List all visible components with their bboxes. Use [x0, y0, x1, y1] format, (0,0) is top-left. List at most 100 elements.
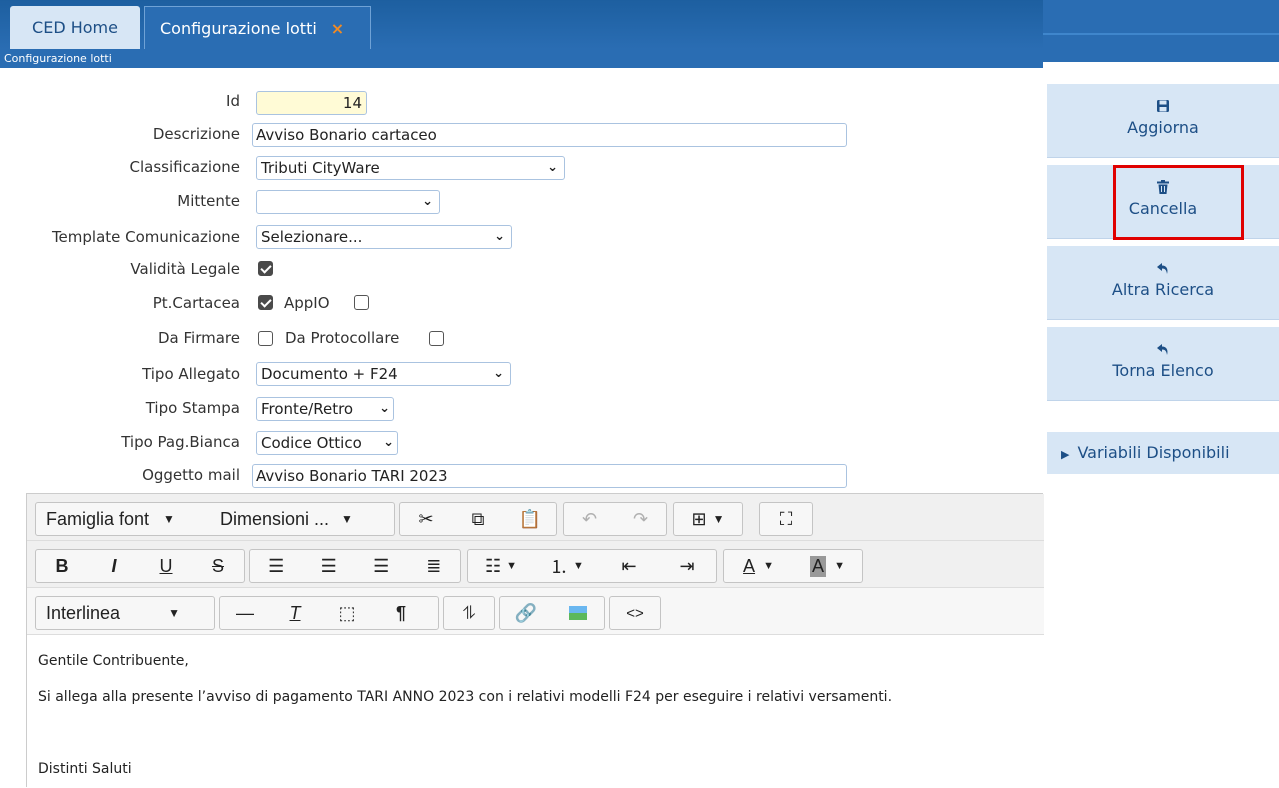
- label-tipostampa: Tipo Stampa: [145, 399, 240, 417]
- font-family-select[interactable]: Famiglia font ▼: [36, 503, 210, 535]
- caret-down-icon: ▼: [163, 512, 175, 526]
- bullet-list-icon[interactable]: ☷ ▼: [468, 550, 534, 582]
- label-mittente: Mittente: [177, 192, 240, 210]
- caret-right-icon: ▶: [1061, 448, 1070, 461]
- id-field[interactable]: 14: [256, 91, 367, 115]
- bold-icon[interactable]: B: [36, 550, 88, 582]
- chevron-down-icon: ⌄: [547, 160, 558, 175]
- caret-down-icon: ▼: [168, 606, 180, 620]
- strikethrough-icon[interactable]: S: [192, 550, 244, 582]
- show-blocks-icon[interactable]: ⬚: [320, 597, 374, 629]
- label-descrizione: Descrizione: [152, 125, 240, 143]
- align-center-icon[interactable]: ☰: [303, 550, 356, 582]
- paragraph-icon[interactable]: ¶: [374, 597, 428, 629]
- close-tab-icon[interactable]: ×: [331, 19, 344, 38]
- tipostampa-select[interactable]: Fronte/Retro ⌄: [256, 397, 394, 421]
- chevron-down-icon: ⌄: [494, 229, 505, 244]
- italic-icon[interactable]: I: [88, 550, 140, 582]
- chevron-down-icon: ⌄: [379, 401, 390, 416]
- underline-icon[interactable]: U: [140, 550, 192, 582]
- insert-group: — T ⬚ ¶: [219, 596, 439, 630]
- tipopag-select[interactable]: Codice Ottico ⌄: [256, 431, 398, 455]
- label-classificazione: Classificazione: [129, 158, 240, 176]
- clipboard-group: ✂ ⧉ 📋: [399, 502, 557, 536]
- link-icon[interactable]: 🔗: [500, 597, 552, 629]
- history-group: ↶ ↷: [563, 502, 667, 536]
- source-group: <>: [609, 596, 661, 630]
- editor-content[interactable]: Gentile Contribuente, Si allega alla pre…: [27, 635, 1044, 788]
- label-dafirmare: Da Firmare: [158, 329, 240, 347]
- align-justify-icon[interactable]: ≣: [408, 550, 461, 582]
- back-icon: [1047, 260, 1279, 280]
- source-code-icon[interactable]: <>: [610, 597, 660, 629]
- paste-icon[interactable]: 📋: [504, 503, 556, 535]
- highlight-box: [1113, 165, 1244, 240]
- numbered-list-icon[interactable]: ⒈ ▼: [534, 550, 600, 582]
- background-color-icon[interactable]: A ▼: [793, 550, 862, 582]
- color-group: A ▼ A ▼: [723, 549, 863, 583]
- page-break-icon[interactable]: ⥮: [444, 597, 494, 629]
- content-line: Distinti Saluti: [38, 761, 132, 777]
- daprotocollare-label: Da Protocollare: [285, 329, 400, 347]
- toolbar-row-2: B I U S ☰ ☰ ☰ ≣ ☷ ▼ ⒈ ▼ ⇤ ⇥ A ▼ A ▼: [27, 541, 1044, 588]
- variabili-disponibili-toggle[interactable]: ▶ Variabili Disponibili: [1047, 432, 1279, 474]
- chevron-down-icon: ⌄: [422, 194, 433, 209]
- template-select[interactable]: Selezionare... ⌄: [256, 225, 512, 249]
- image-icon[interactable]: [552, 597, 604, 629]
- chevron-down-icon: ⌄: [493, 366, 504, 381]
- label-tipoallegato: Tipo Allegato: [142, 365, 240, 383]
- toolbar-row-1: Famiglia font ▼ Dimensioni ... ▼ ✂ ⧉ 📋 ↶ ↷…: [27, 494, 1044, 541]
- torna-elenco-button[interactable]: Torna Elenco: [1047, 327, 1279, 401]
- undo-icon[interactable]: ↶: [564, 503, 615, 535]
- format-group: B I U S: [35, 549, 245, 583]
- clear-format-icon[interactable]: T: [270, 597, 320, 629]
- appio-checkbox[interactable]: [354, 295, 369, 310]
- text-color-icon[interactable]: A ▼: [724, 550, 793, 582]
- ptcartacea-checkbox[interactable]: [258, 295, 273, 310]
- validita-checkbox[interactable]: [258, 261, 273, 276]
- line-height-group: Interlinea ▼: [35, 596, 215, 630]
- list-group: ☷ ▼ ⒈ ▼ ⇤ ⇥: [467, 549, 717, 583]
- content-line: Gentile Contribuente,: [38, 653, 189, 669]
- rich-text-editor: Famiglia font ▼ Dimensioni ... ▼ ✂ ⧉ 📋 ↶ ↷…: [26, 493, 1044, 788]
- mittente-select[interactable]: ⌄: [256, 190, 440, 214]
- font-group: Famiglia font ▼ Dimensioni ... ▼: [35, 502, 395, 536]
- content-line: Si allega alla presente l’avviso di paga…: [38, 689, 893, 705]
- classificazione-select[interactable]: Tributi CityWare ⌄: [256, 156, 565, 180]
- page-break-group: ⥮: [443, 596, 495, 630]
- media-group: 🔗: [499, 596, 605, 630]
- label-ptcartacea: Pt.Cartacea: [152, 294, 240, 312]
- tipoallegato-select[interactable]: Documento + F24 ⌄: [256, 362, 511, 386]
- aggiorna-button[interactable]: Aggiorna: [1047, 84, 1279, 158]
- copy-icon[interactable]: ⧉: [452, 503, 504, 535]
- chevron-down-icon: ⌄: [383, 435, 394, 450]
- redo-icon[interactable]: ↷: [615, 503, 666, 535]
- table-icon[interactable]: ⊞ ▼: [674, 503, 742, 535]
- dafirmare-checkbox[interactable]: [258, 331, 273, 346]
- align-right-icon[interactable]: ☰: [355, 550, 408, 582]
- label-tipopag: Tipo Pag.Bianca: [121, 433, 240, 451]
- fullscreen-icon[interactable]: ⛶: [760, 503, 812, 535]
- back-icon: [1047, 341, 1279, 361]
- indent-icon[interactable]: ⇥: [658, 550, 716, 582]
- header-right: [1043, 0, 1279, 62]
- save-icon: [1047, 98, 1279, 118]
- oggetto-field[interactable]: Avviso Bonario TARI 2023: [252, 464, 847, 488]
- altra-ricerca-button[interactable]: Altra Ricerca: [1047, 246, 1279, 320]
- label-validita: Validità Legale: [130, 260, 240, 278]
- align-group: ☰ ☰ ☰ ≣: [249, 549, 461, 583]
- label-oggetto: Oggetto mail: [142, 466, 240, 484]
- font-size-select[interactable]: Dimensioni ... ▼: [210, 503, 394, 535]
- line-height-select[interactable]: Interlinea ▼: [36, 597, 214, 629]
- table-group: ⊞ ▼: [673, 502, 743, 536]
- tab-configurazione-lotti[interactable]: Configurazione lotti ×: [144, 6, 371, 49]
- tab-ced-home[interactable]: CED Home: [10, 6, 140, 49]
- cut-icon[interactable]: ✂: [400, 503, 452, 535]
- outdent-icon[interactable]: ⇤: [600, 550, 658, 582]
- descrizione-field[interactable]: Avviso Bonario cartaceo: [252, 123, 847, 147]
- toolbar-row-3: Interlinea ▼ — T ⬚ ¶ ⥮ 🔗 <>: [27, 588, 1044, 635]
- caret-down-icon: ▼: [341, 512, 353, 526]
- align-left-icon[interactable]: ☰: [250, 550, 303, 582]
- horizontal-line-icon[interactable]: —: [220, 597, 270, 629]
- daprotocollare-checkbox[interactable]: [429, 331, 444, 346]
